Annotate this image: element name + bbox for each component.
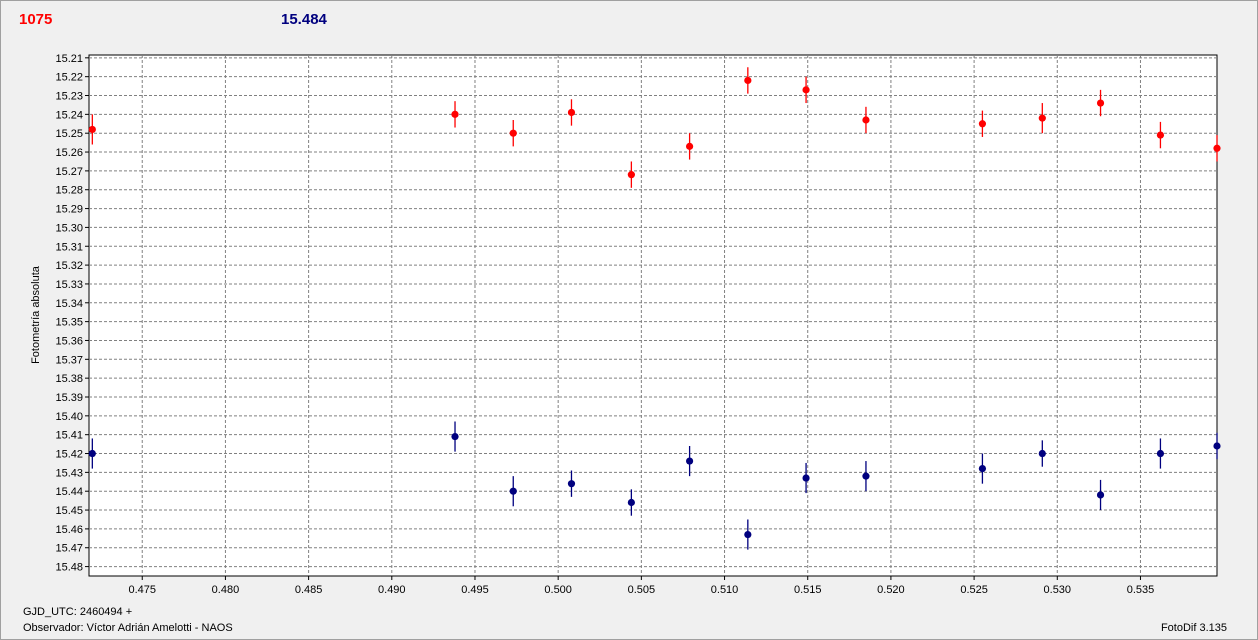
data-point (627, 498, 635, 507)
y-tick-label: 15.48 (55, 562, 83, 574)
y-tick-label: 15.37 (55, 354, 83, 366)
data-point (1096, 491, 1105, 499)
x-tick-label: 0.500 (544, 584, 572, 596)
x-tick-label: 0.475 (128, 584, 156, 596)
y-tick-label: 15.27 (55, 166, 83, 178)
y-tick-label: 15.29 (55, 204, 83, 216)
x-tick-label: 0.495 (461, 584, 489, 596)
x-tick-label: 0.530 (1044, 584, 1072, 596)
y-tick-label: 15.47 (55, 543, 83, 555)
y-tick-label: 15.45 (55, 505, 83, 517)
data-point (627, 171, 635, 179)
data-point (509, 487, 517, 495)
x-tick-label: 0.525 (960, 584, 988, 596)
data-point (88, 449, 96, 458)
y-tick-label: 15.23 (55, 91, 83, 103)
data-point (88, 125, 96, 134)
y-tick-label: 15.43 (55, 467, 83, 479)
app-window: 1075 15.484 15.21 15.22 15.23 15.24 15.25 15.… (0, 0, 1258, 640)
data-point (1038, 449, 1046, 458)
data-point (802, 474, 810, 482)
data-point (567, 108, 576, 117)
data-point (451, 110, 459, 118)
data-point (1213, 144, 1221, 152)
y-tick-label: 15.36 (55, 335, 83, 347)
x-tick-label: 0.490 (378, 584, 406, 596)
y-tick-label: 15.39 (55, 392, 83, 404)
data-point (862, 116, 870, 124)
observer-label: Observador: Víctor Adrián Amelotti - NAO… (23, 622, 233, 634)
data-point (567, 480, 576, 488)
y-tick-label: 15.42 (55, 449, 83, 461)
x-tick-label: 0.505 (628, 584, 656, 596)
y-tick-label: 15.28 (55, 185, 83, 197)
data-point (686, 457, 694, 465)
y-tick-label: 15.30 (55, 222, 83, 234)
y-axis-label: Fotometría absoluta (30, 265, 42, 364)
data-point (744, 76, 752, 85)
x-axis-ticks: 0.475 0.480 0.485 0.490 0.495 0.500 0.505 0.510… (128, 576, 1154, 596)
y-axis-ticks: 15.21 15.22 15.23 15.24 15.25 15.26 15.27 15.28… (55, 53, 89, 574)
data-point (978, 464, 987, 473)
y-tick-label: 15.46 (55, 524, 83, 536)
plot-area (88, 54, 1218, 577)
x-tick-label: 0.485 (295, 584, 323, 596)
y-tick-label: 15.44 (55, 486, 83, 498)
y-tick-label: 15.40 (55, 411, 83, 423)
light-curve-chart: 15.21 15.22 15.23 15.24 15.25 15.26 15.27 15.28… (30, 53, 1221, 596)
y-tick-label: 15.24 (55, 109, 83, 121)
y-tick-label: 15.22 (55, 72, 83, 84)
x-tick-label: 0.510 (711, 584, 739, 596)
data-point (802, 86, 810, 94)
y-tick-label: 15.35 (55, 317, 83, 329)
data-point (1096, 99, 1105, 107)
x-tick-label: 0.480 (212, 584, 240, 596)
data-point (1038, 114, 1046, 122)
data-point (451, 432, 459, 441)
data-point (862, 472, 870, 480)
y-tick-label: 15.38 (55, 373, 83, 385)
y-tick-label: 15.34 (55, 298, 83, 310)
x-tick-label: 0.515 (794, 584, 822, 596)
y-tick-label: 15.41 (55, 430, 83, 442)
gjd-label: GJD_UTC: 2460494 + (23, 606, 133, 618)
software-version: FotoDif 3.135 (1160, 622, 1227, 634)
x-tick-label: 0.535 (1127, 584, 1155, 596)
data-point (978, 120, 987, 128)
y-tick-label: 15.21 (55, 53, 83, 65)
data-point (1213, 442, 1221, 450)
data-point (1156, 131, 1165, 139)
y-tick-label: 15.31 (55, 241, 83, 253)
data-point (1156, 449, 1165, 458)
y-tick-label: 15.33 (55, 279, 83, 291)
y-tick-label: 15.26 (55, 147, 83, 159)
data-point (744, 530, 752, 539)
x-tick-label: 0.520 (877, 584, 905, 596)
data-point (509, 129, 517, 137)
data-point (686, 142, 694, 150)
y-tick-label: 15.32 (55, 260, 83, 272)
y-tick-label: 15.25 (55, 128, 83, 140)
